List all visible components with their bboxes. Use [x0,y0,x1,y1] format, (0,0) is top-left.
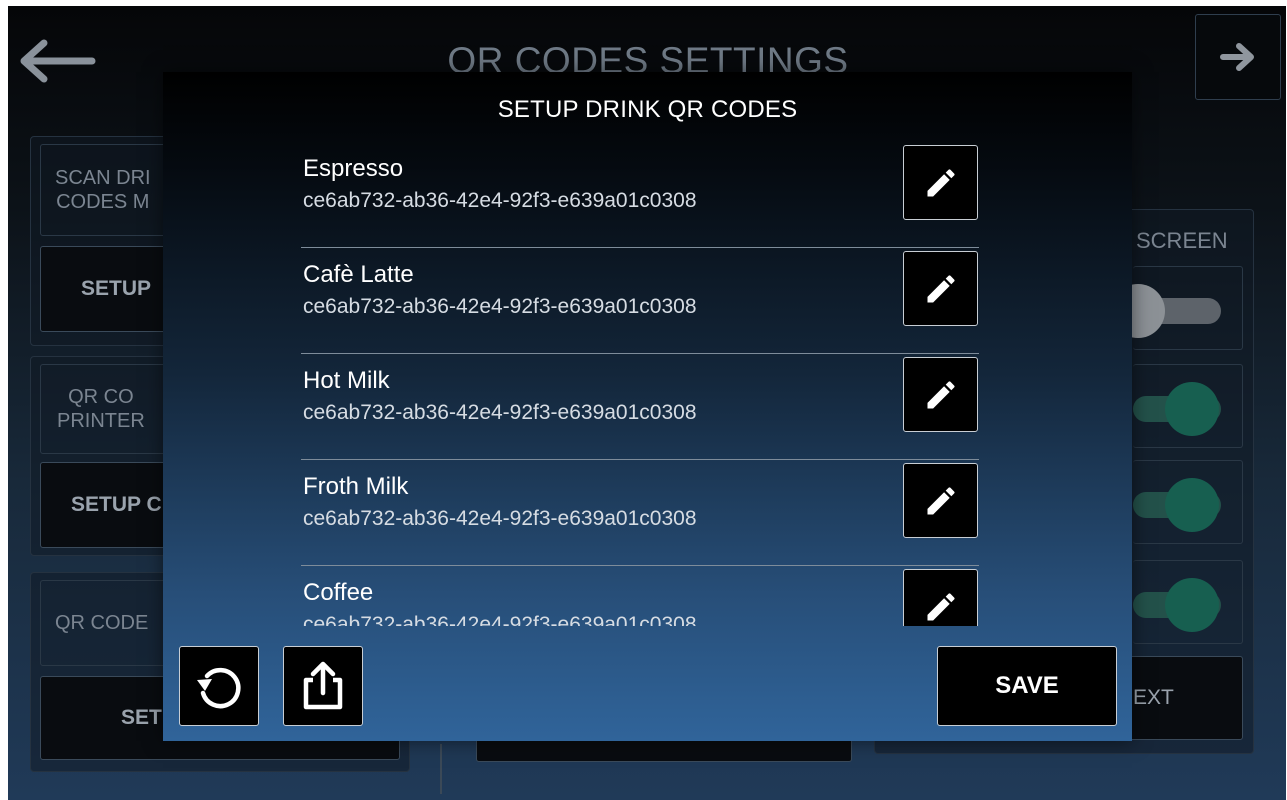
toggle-3[interactable] [1133,460,1243,544]
drink-qr-code: ce6ab732-ab36-42e4-92f3-e639a01c0308 [303,189,697,212]
screen-toggle[interactable] [1111,266,1243,350]
pencil-icon [927,486,955,514]
drink-name: Froth Milk [303,473,409,500]
divider [440,744,442,794]
drink-list[interactable]: Espresso ce6ab732-ab36-42e4-92f3-e639a01… [301,142,979,626]
pencil-icon [927,274,955,302]
toggle-knob [1165,382,1219,436]
screen-setting-label: SCREEN [1136,228,1228,253]
drink-qr-code: ce6ab732-ab36-42e4-92f3-e639a01c0308 [303,507,697,530]
edit-button[interactable] [903,463,978,538]
toggle-2[interactable] [1133,364,1243,448]
refresh-icon [197,667,241,709]
reset-button[interactable] [179,646,259,726]
arrow-right-icon [1220,43,1254,71]
setup-drink-qr-codes-dialog: SETUP DRINK QR CODES Espresso ce6ab732-a… [163,72,1132,741]
pencil-icon [927,168,955,196]
drink-name: Cafè Latte [303,261,414,288]
edit-button[interactable] [903,569,978,626]
toggle-knob [1165,578,1219,632]
drink-name: Espresso [303,155,404,182]
edit-button[interactable] [903,145,978,220]
drink-qr-code: ce6ab732-ab36-42e4-92f3-e639a01c0308 [303,401,697,424]
edit-button[interactable] [903,251,978,326]
back-button[interactable] [8,6,108,116]
list-item: Espresso ce6ab732-ab36-42e4-92f3-e639a01… [301,142,979,248]
edit-button[interactable] [903,357,978,432]
arrow-left-icon [20,39,96,83]
pencil-icon [927,592,955,620]
forward-button[interactable] [1195,14,1281,100]
list-item: Froth Milk ce6ab732-ab36-42e4-92f3-e639a… [301,460,979,566]
drink-qr-code: ce6ab732-ab36-42e4-92f3-e639a01c0308 [303,613,697,626]
list-item: Hot Milk ce6ab732-ab36-42e4-92f3-e639a01… [301,354,979,460]
save-button[interactable]: SAVE [937,646,1117,726]
drink-qr-code: ce6ab732-ab36-42e4-92f3-e639a01c0308 [303,295,697,318]
list-item: Cafè Latte ce6ab732-ab36-42e4-92f3-e639a… [301,248,979,354]
export-button[interactable] [283,646,363,726]
list-item: Coffee ce6ab732-ab36-42e4-92f3-e639a01c0… [301,566,979,626]
toggle-4[interactable] [1133,560,1243,644]
toggle-knob [1165,478,1219,532]
pencil-icon [927,380,955,408]
share-icon [303,661,343,710]
drink-name: Coffee [303,579,374,606]
drink-name: Hot Milk [303,367,390,394]
next-button[interactable]: EXT [1126,656,1243,740]
dialog-title: SETUP DRINK QR CODES [497,96,798,123]
